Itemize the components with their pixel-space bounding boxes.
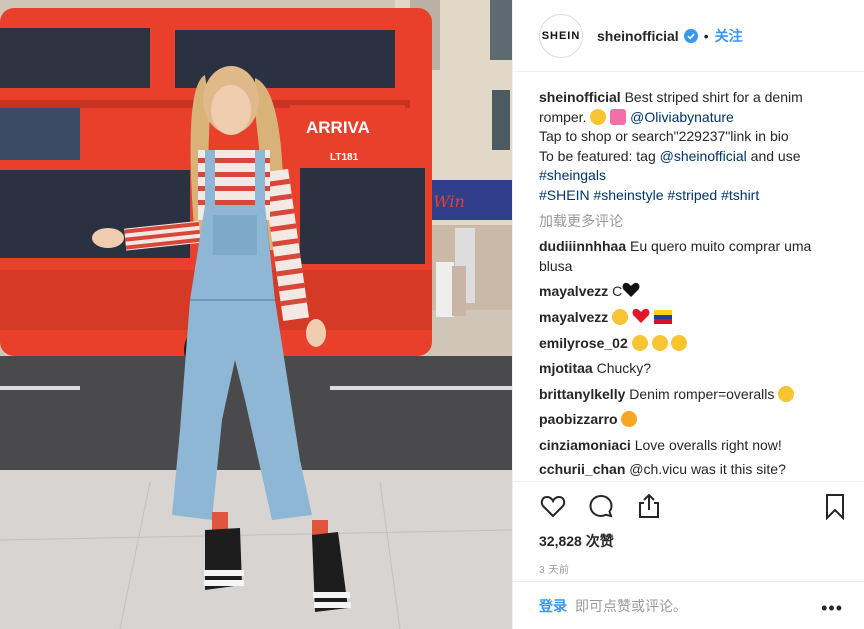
comment-item: mayalvezz C (539, 282, 845, 302)
avatar[interactable]: SHEIN (539, 13, 583, 58)
star-struck-emoji-icon (590, 108, 607, 125)
caption-feature-suffix: and use (746, 147, 801, 164)
heart-eyes-emoji-icon (631, 334, 648, 351)
share-upload-icon[interactable] (635, 492, 663, 520)
login-link[interactable]: 登录 (539, 596, 567, 616)
hashtag-tshirt[interactable]: #tshirt (721, 187, 759, 203)
like-heart-icon[interactable] (539, 492, 567, 520)
comment-item: mjotitaa Chucky? (539, 359, 845, 379)
bus-route-text: LT181 (330, 152, 359, 163)
post-actions-area: 32,828 次赞 3 天前 登录 即可点赞或评论。 ••• (513, 481, 864, 629)
pink-hearts-emoji-icon (610, 108, 627, 125)
hashtag-striped[interactable]: #striped (667, 187, 717, 203)
comment-username[interactable]: mayalvezz (539, 309, 608, 325)
comment-username[interactable]: brittanylkelly (539, 386, 625, 402)
caption-shop-line: Tap to shop or search"229237"link in bio (539, 128, 789, 145)
load-more-comments-button[interactable]: 加载更多评论 (539, 212, 845, 232)
tears-of-joy-emoji-icon (778, 385, 795, 402)
caption-username[interactable]: sheinofficial (539, 89, 621, 105)
comment-item: paobizzarro (539, 410, 845, 430)
comment-text: Denim romper=overalls (625, 385, 779, 402)
heart-eyes-emoji-icon (651, 334, 668, 351)
comment-username[interactable]: mjotitaa (539, 360, 593, 376)
avatar-logo-text: SHEIN (541, 29, 581, 42)
caption-mention-sheinofficial[interactable]: @sheinofficial (660, 148, 747, 164)
red-heart-emoji-icon (632, 308, 650, 323)
comment-text: Chucky? (592, 360, 652, 377)
comment-item: dudiiinnhhaa Eu quero muito comprar uma … (539, 237, 845, 276)
caption-mention-oliviabynature[interactable]: @Oliviabynature (630, 109, 734, 125)
login-hint-text: 即可点赞或评论。 (575, 598, 687, 614)
comment-username[interactable]: paobizzarro (539, 411, 618, 427)
like-count[interactable]: 32,828 次赞 (539, 531, 614, 551)
post-timestamp: 3 天前 (539, 565, 570, 576)
street-photo-illustration: 2 Win ARRIVA LT181 (0, 0, 512, 629)
action-bar (539, 492, 845, 522)
comment-item: brittanylkelly Denim romper=overalls (539, 385, 845, 405)
crying-face-emoji-icon (612, 308, 629, 325)
login-prompt: 登录 即可点赞或评论。 ••• (513, 581, 864, 629)
venezuela-flag-emoji-icon (653, 309, 672, 324)
verified-badge-icon (683, 28, 698, 43)
caption-feature-prefix: To be featured: tag (539, 147, 660, 164)
post-caption: sheinofficial Best striped shirt for a d… (539, 88, 845, 206)
black-heart-emoji-icon (622, 283, 640, 298)
bookmark-save-icon[interactable] (821, 492, 849, 520)
post-photo[interactable]: 2 Win ARRIVA LT181 (0, 0, 512, 629)
comments-list[interactable]: sheinofficial Best striped shirt for a d… (539, 88, 845, 483)
post-side-panel: SHEIN sheinofficial • 关注 sheinofficial B… (512, 0, 864, 629)
hashtag-sheingals[interactable]: #sheingals (539, 167, 606, 183)
comment-text: C (608, 283, 623, 300)
comment-username[interactable]: cchurii_chan (539, 461, 625, 477)
comment-bubble-icon[interactable] (587, 492, 615, 520)
comment-username[interactable]: emilyrose_02 (539, 335, 628, 351)
comment-username[interactable]: dudiiinnhhaa (539, 238, 626, 254)
comment-item: cinziamoniaci Love overalls right now! (539, 436, 845, 456)
comment-text: Love overalls right now! (630, 436, 782, 453)
comment-item: emilyrose_02 (539, 334, 845, 354)
header-username[interactable]: sheinofficial (597, 28, 679, 44)
comment-item: cchurii_chan @ch.vicu was it this site? (539, 460, 845, 480)
comment-text: @ch.vicu was it this site? (625, 460, 786, 477)
heart-eyes-emoji-icon (671, 334, 688, 351)
post-header: SHEIN sheinofficial • 关注 (513, 0, 864, 72)
comment-username[interactable]: mayalvezz (539, 283, 608, 299)
comment-item: mayalvezz (539, 308, 845, 328)
follow-button[interactable]: 关注 (715, 26, 743, 46)
hashtag-shein[interactable]: #SHEIN (539, 187, 590, 203)
bus-operator-text: ARRIVA (306, 118, 370, 137)
header-separator: • (703, 27, 709, 44)
more-options-icon[interactable]: ••• (821, 598, 843, 619)
heart-eyes-cat-emoji-icon (621, 411, 638, 428)
hashtag-sheinstyle[interactable]: #sheinstyle (593, 187, 663, 203)
comment-username[interactable]: cinziamoniaci (539, 437, 631, 453)
instagram-post: 2 Win ARRIVA LT181 SHEIN sheinofficial •… (0, 0, 864, 629)
